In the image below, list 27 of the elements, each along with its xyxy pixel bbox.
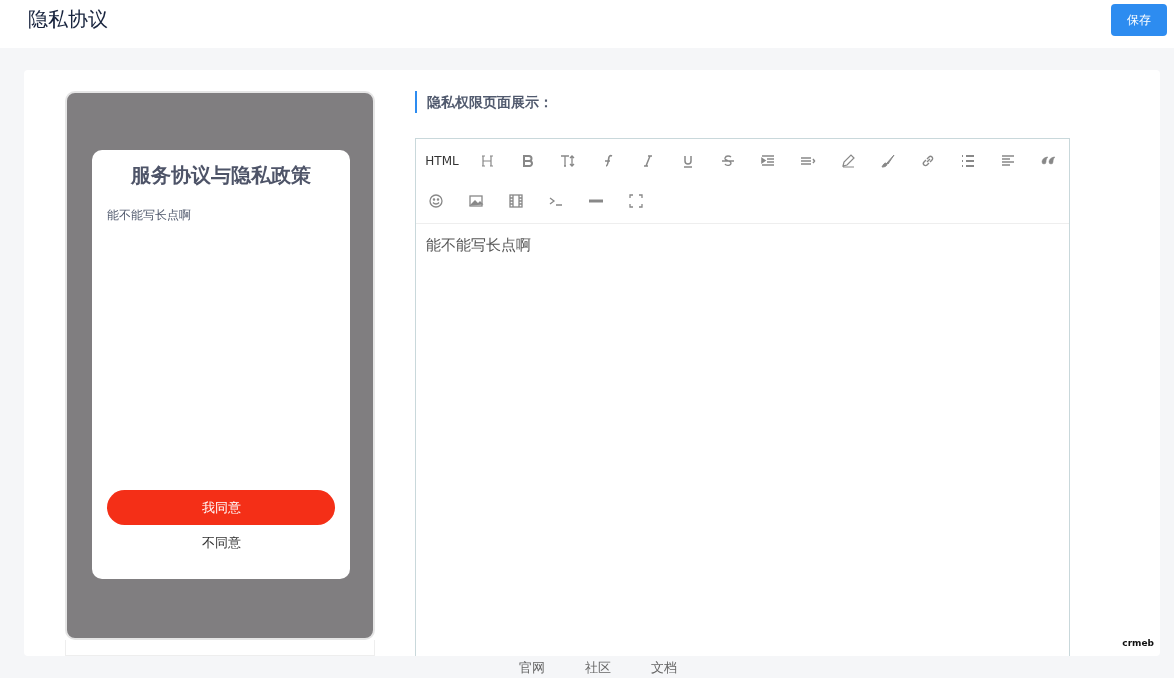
section-title: 隐私权限页面展示： (415, 91, 1070, 113)
brush-icon[interactable] (880, 153, 896, 169)
dialog-title: 服务协议与隐私政策 (131, 162, 311, 189)
strikethrough-icon[interactable] (720, 153, 736, 169)
film-icon[interactable] (508, 193, 524, 209)
footer-link[interactable]: 社区 (585, 660, 611, 674)
crmeb-logo: crmeb (1122, 638, 1154, 648)
pencil-icon[interactable] (840, 153, 856, 169)
footer-link[interactable]: 文档 (651, 660, 677, 674)
bold-icon[interactable] (520, 153, 536, 169)
fullscreen-icon[interactable] (628, 193, 644, 209)
align-left-icon[interactable] (1000, 153, 1016, 169)
save-button[interactable]: 保存 (1111, 4, 1167, 36)
footer-link[interactable]: 官网 (519, 660, 545, 674)
link-icon[interactable] (920, 153, 936, 169)
html-button[interactable]: HTML (416, 154, 468, 168)
editor-text[interactable]: 能不能写长点啊 (416, 224, 1069, 267)
image-icon[interactable] (468, 193, 484, 209)
bullet-list-icon[interactable] (960, 153, 976, 169)
dialog-text: 能不能写长点啊 (107, 207, 191, 224)
disagree-link[interactable]: 不同意 (201, 534, 241, 552)
smiley-icon[interactable] (428, 193, 444, 209)
heading-icon[interactable] (480, 153, 496, 169)
indent-icon[interactable] (760, 153, 776, 169)
agree-button[interactable]: 我同意 (107, 490, 335, 525)
font-size-icon[interactable] (560, 153, 576, 169)
page-title: 隐私协议 (28, 6, 108, 33)
